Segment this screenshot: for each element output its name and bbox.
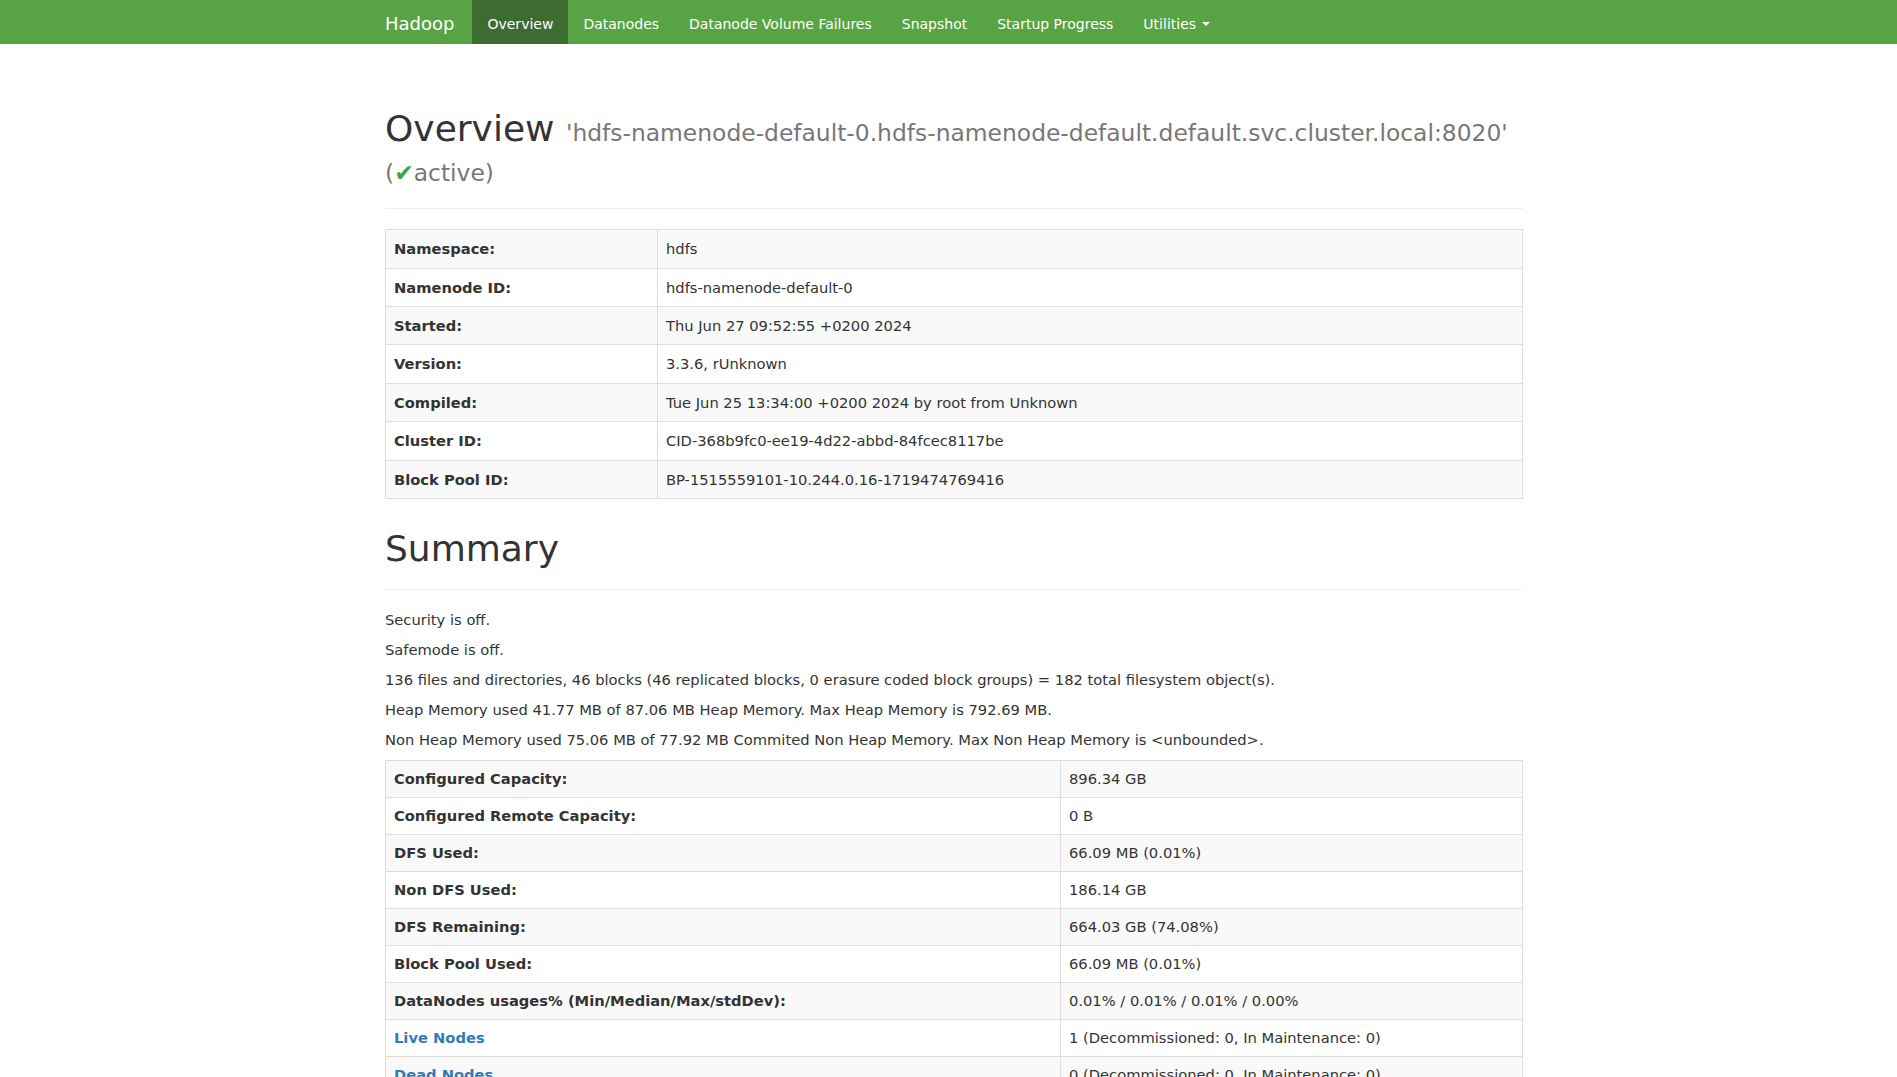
summary-paragraph: Non Heap Memory used 75.06 MB of 77.92 M… xyxy=(385,730,1523,750)
summary-paragraph: Safemode is off. xyxy=(385,640,1523,660)
table-row: Namespace:hdfs xyxy=(386,230,1523,268)
table-row: Block Pool Used:66.09 MB (0.01%) xyxy=(386,945,1523,982)
summary-paragraph: Security is off. xyxy=(385,610,1523,630)
nav-item-startup-progress[interactable]: Startup Progress xyxy=(982,0,1128,44)
live-nodes-link[interactable]: Live Nodes xyxy=(394,1029,485,1046)
caret-icon xyxy=(1202,22,1210,26)
nav-item-utilities[interactable]: Utilities xyxy=(1128,0,1225,44)
navbar: Hadoop OverviewDatanodesDatanode Volume … xyxy=(0,0,1897,44)
row-label: Dead Nodes xyxy=(386,1056,1061,1077)
nav-item-datanode-volume-failures[interactable]: Datanode Volume Failures xyxy=(674,0,887,44)
row-label: Namenode ID: xyxy=(386,268,658,306)
table-row: Namenode ID:hdfs-namenode-default-0 xyxy=(386,268,1523,306)
table-row: Live Nodes 1 (Decommissioned: 0, In Maint… xyxy=(386,1019,1523,1056)
row-value: 896.34 GB xyxy=(1061,760,1523,797)
page-title: Overview 'hdfs-namenode-default-0.hdfs-n… xyxy=(385,109,1523,188)
row-label: Configured Capacity: xyxy=(386,760,1061,797)
summary-paragraph: Heap Memory used 41.77 MB of 87.06 MB He… xyxy=(385,700,1523,720)
row-value: 664.03 GB (74.08%) xyxy=(1061,908,1523,945)
row-label: Block Pool Used: xyxy=(386,945,1061,982)
table-row: Version:3.3.6, rUnknown xyxy=(386,345,1523,383)
summary-paragraphs: Security is off. Safemode is off. 136 file… xyxy=(385,610,1523,750)
navbar-container: Hadoop OverviewDatanodesDatanode Volume … xyxy=(370,0,1538,44)
namenode-info-table: Namespace:hdfsNamenode ID:hdfs-namenode-… xyxy=(385,229,1523,499)
row-value: 0.01% / 0.01% / 0.01% / 0.00% xyxy=(1061,982,1523,1019)
table-row: Block Pool ID:BP-1515559101-10.244.0.16-… xyxy=(386,460,1523,498)
main-content: Overview 'hdfs-namenode-default-0.hdfs-n… xyxy=(370,109,1538,1077)
row-label: Version: xyxy=(386,345,658,383)
row-label: DFS Used: xyxy=(386,834,1061,871)
row-label: Started: xyxy=(386,307,658,345)
nav-item-overview[interactable]: Overview xyxy=(472,0,568,44)
table-row: DataNodes usages% (Min/Median/Max/stdDev… xyxy=(386,982,1523,1019)
divider-2 xyxy=(385,589,1523,590)
table-row: Configured Remote Capacity:0 B xyxy=(386,797,1523,834)
row-label: Namespace: xyxy=(386,230,658,268)
divider-1 xyxy=(385,208,1523,209)
brand[interactable]: Hadoop xyxy=(370,0,469,44)
table-row: DFS Used:66.09 MB (0.01%) xyxy=(386,834,1523,871)
row-value: 1 (Decommissioned: 0, In Maintenance: 0) xyxy=(1061,1019,1523,1056)
row-value: BP-1515559101-10.244.0.16-1719474769416 xyxy=(658,460,1523,498)
row-value: Tue Jun 25 13:34:00 +0200 2024 by root f… xyxy=(658,383,1523,421)
row-label: DataNodes usages% (Min/Median/Max/stdDev… xyxy=(386,982,1061,1019)
nav-item-snapshot[interactable]: Snapshot xyxy=(887,0,982,44)
row-value: hdfs xyxy=(658,230,1523,268)
table-row: Dead Nodes 0 (Decommissioned: 0, In Maint… xyxy=(386,1056,1523,1077)
row-value: CID-368b9fc0-ee19-4d22-abbd-84fcec8117be xyxy=(658,422,1523,460)
row-value: 0 (Decommissioned: 0, In Maintenance: 0) xyxy=(1061,1056,1523,1077)
row-value: 66.09 MB (0.01%) xyxy=(1061,945,1523,982)
summary-table: Configured Capacity:896.34 GBConfigured … xyxy=(385,760,1523,1077)
table-row: DFS Remaining:664.03 GB (74.08%) xyxy=(386,908,1523,945)
check-icon: ✔ xyxy=(394,159,414,187)
summary-paragraph: 136 files and directories, 46 blocks (46… xyxy=(385,670,1523,690)
table-row: Cluster ID:CID-368b9fc0-ee19-4d22-abbd-8… xyxy=(386,422,1523,460)
row-label: Block Pool ID: xyxy=(386,460,658,498)
row-label: Compiled: xyxy=(386,383,658,421)
row-label: Non DFS Used: xyxy=(386,871,1061,908)
row-value: hdfs-namenode-default-0 xyxy=(658,268,1523,306)
table-row: Configured Capacity:896.34 GB xyxy=(386,760,1523,797)
row-label: Cluster ID: xyxy=(386,422,658,460)
dead-nodes-link[interactable]: Dead Nodes xyxy=(394,1066,493,1077)
row-value: 186.14 GB xyxy=(1061,871,1523,908)
row-value: 0 B xyxy=(1061,797,1523,834)
table-row: Started:Thu Jun 27 09:52:55 +0200 2024 xyxy=(386,307,1523,345)
row-value: Thu Jun 27 09:52:55 +0200 2024 xyxy=(658,307,1523,345)
page-title-text: Overview xyxy=(385,108,555,149)
nav-list: OverviewDatanodesDatanode Volume Failure… xyxy=(472,0,1225,44)
row-value: 66.09 MB (0.01%) xyxy=(1061,834,1523,871)
status: (✔active) xyxy=(385,159,494,187)
summary-title: Summary xyxy=(385,529,1523,569)
table-row: Non DFS Used:186.14 GB xyxy=(386,871,1523,908)
table-row: Compiled:Tue Jun 25 13:34:00 +0200 2024 … xyxy=(386,383,1523,421)
row-value: 3.3.6, rUnknown xyxy=(658,345,1523,383)
nav-item-datanodes[interactable]: Datanodes xyxy=(568,0,674,44)
row-label: Live Nodes xyxy=(386,1019,1061,1056)
row-label: DFS Remaining: xyxy=(386,908,1061,945)
row-label: Configured Remote Capacity: xyxy=(386,797,1061,834)
